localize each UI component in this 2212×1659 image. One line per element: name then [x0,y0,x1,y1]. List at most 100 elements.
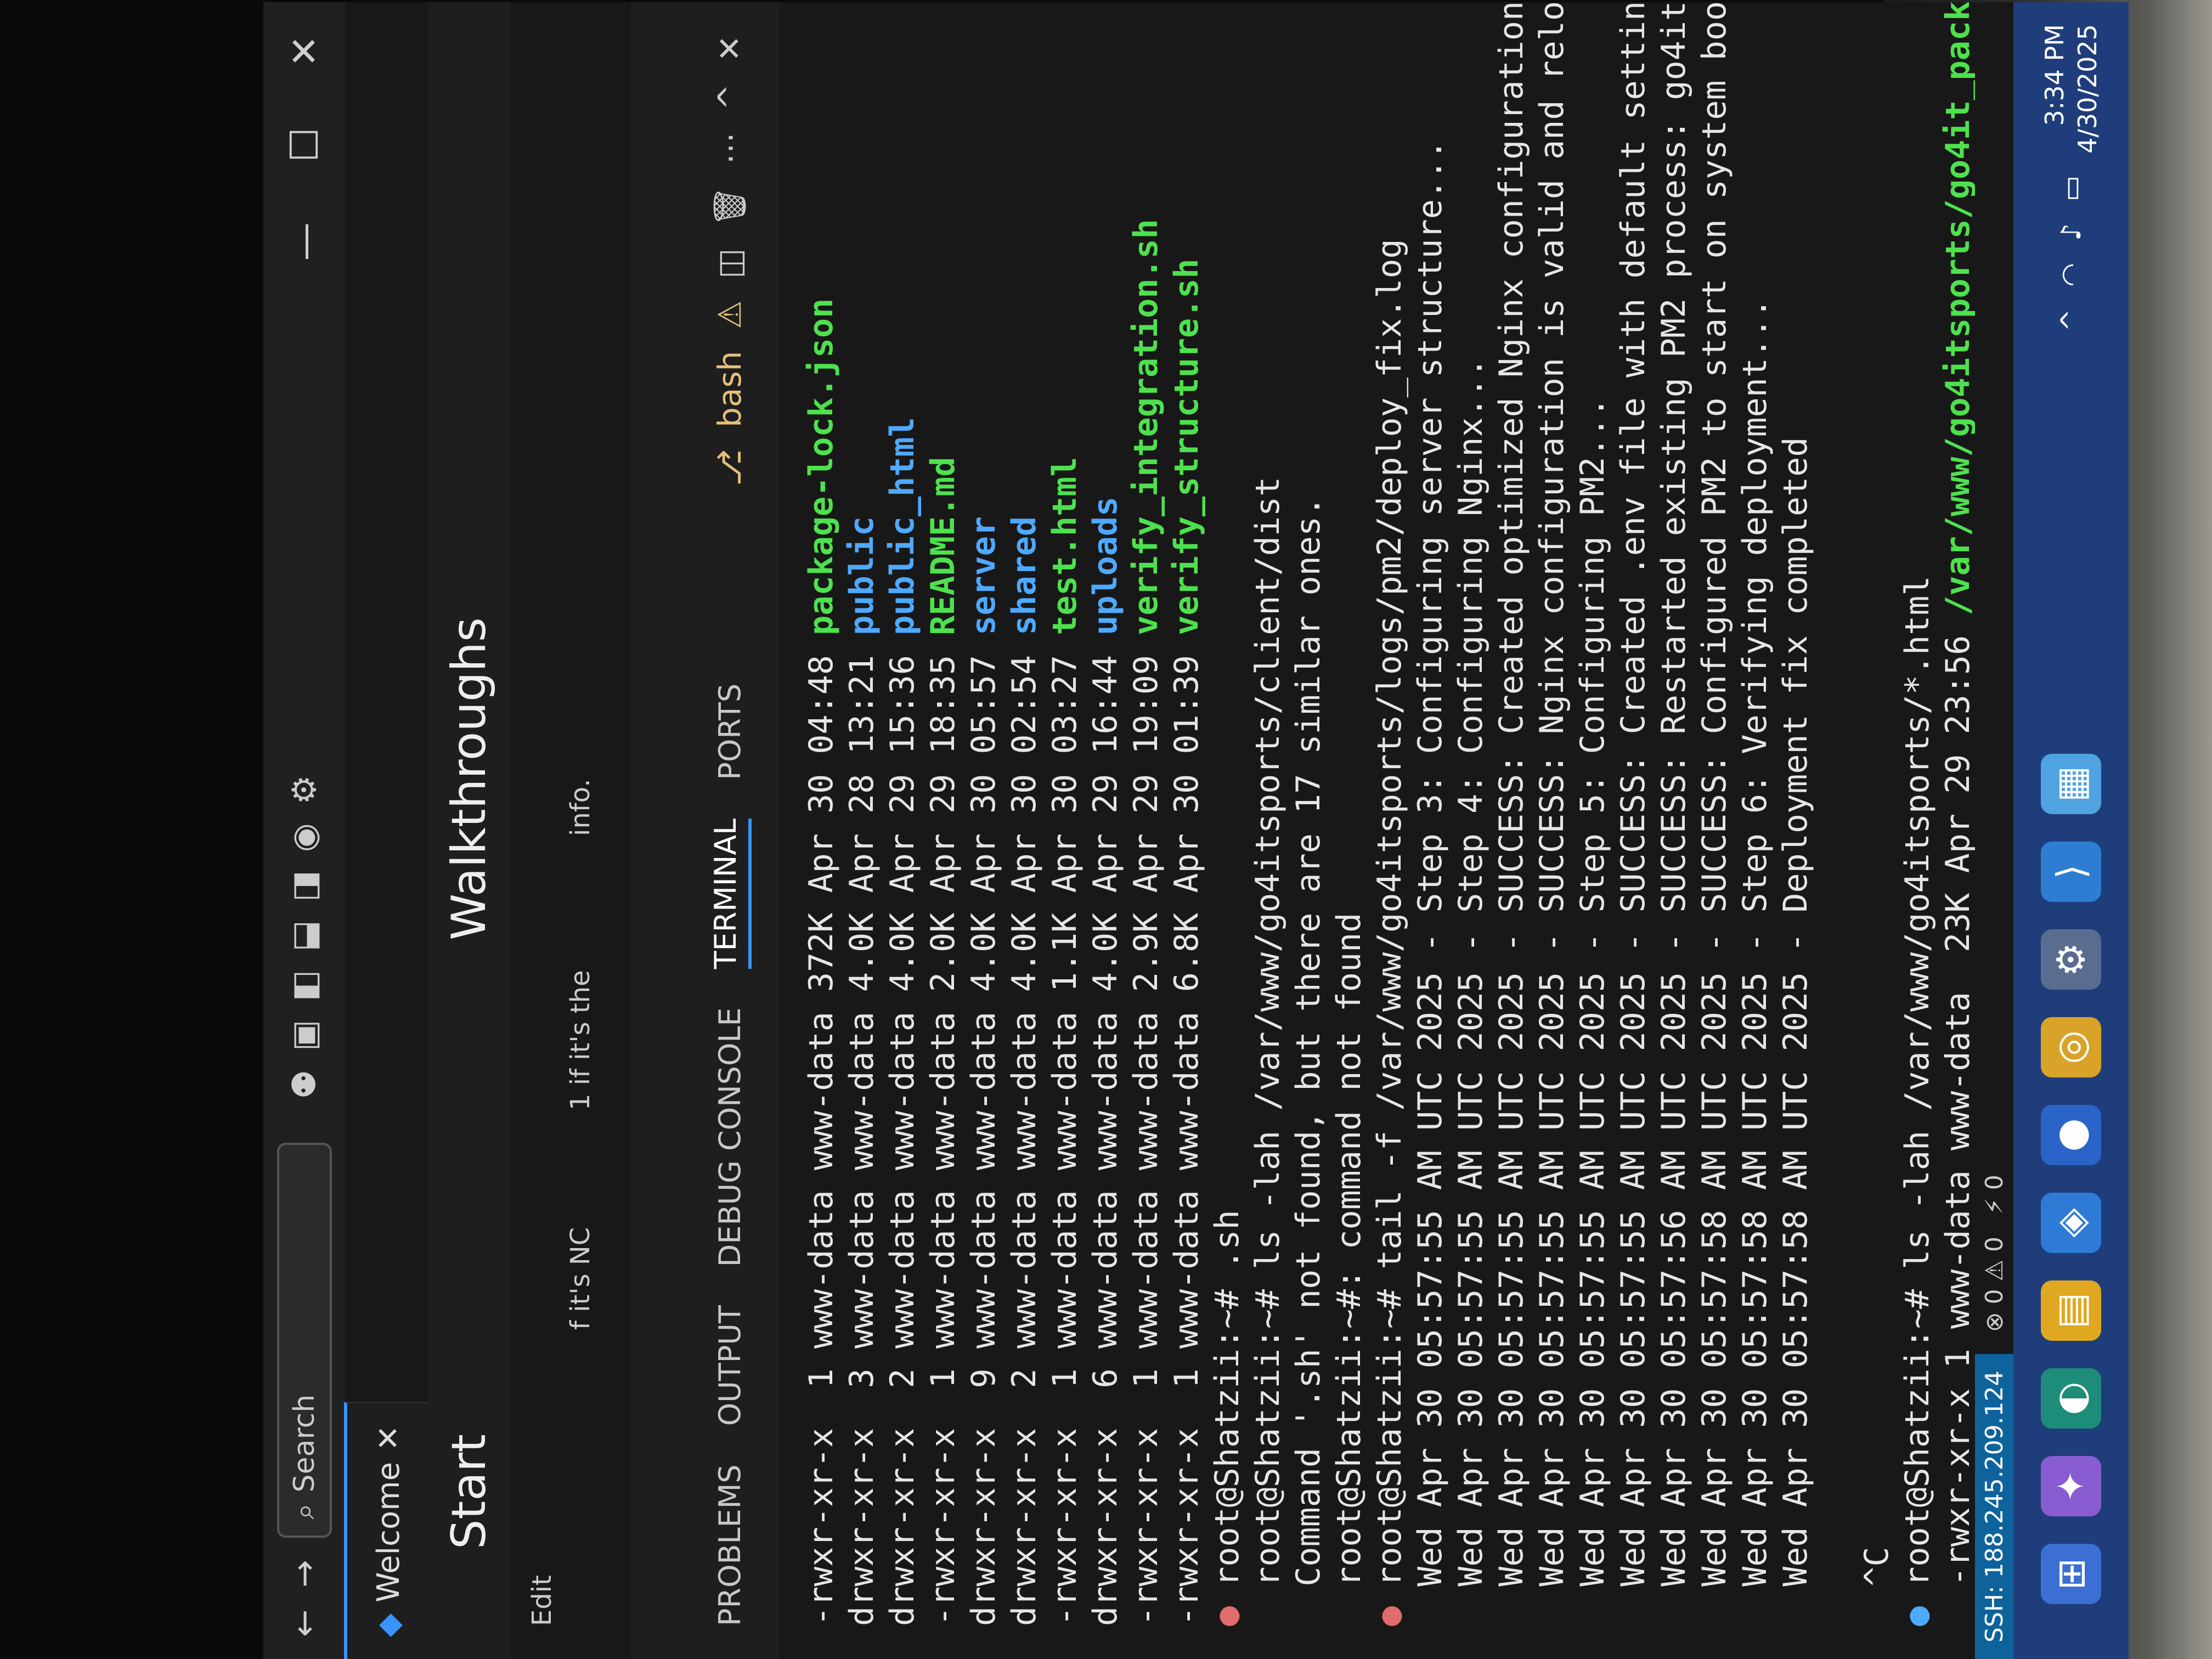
toggle-panel-icon[interactable]: ⬓ [285,921,324,952]
shell-label[interactable]: bash [711,351,748,427]
start-icon[interactable]: ⊞ [2041,1544,2101,1604]
edge-icon[interactable]: ◐ [2041,1368,2101,1429]
chat-panel-partial: Edit f it's NC 1 if it's the info. [510,2,631,1659]
search-placeholder: Search [288,1394,321,1493]
close-panel-icon[interactable]: ✕ [711,35,748,62]
back-icon[interactable]: ← [285,1610,324,1637]
file-explorer-icon[interactable]: ▤ [2041,1280,2101,1341]
app-icon[interactable]: ● [2041,1105,2101,1165]
settings-icon[interactable]: ⚙ [2041,929,2101,990]
terminal-segment: drwxr-xr-x 9 www-data www-data 4.0K Apr … [964,635,1003,1626]
terminal-segment: -rwxr-xr-x 1 www-data www-data 2.9K Apr … [1127,635,1165,1626]
maximize-button[interactable]: ☐ [282,128,327,162]
terminal-segment: package-lock.json [802,298,840,635]
terminal-line: -rwxr-xr-x 1 www-data www-data 1.1K Apr … [1045,35,1085,1626]
terminal-line: -rwxr-xr-x 1 www-data www-data 372K Apr … [801,35,842,1626]
close-icon[interactable]: ✕ [371,1425,407,1451]
terminal-line: Wed Apr 30 05:57:56 AM UTC 2025 - SUCCES… [1654,2,1694,1626]
panel-tabs: PROBLEMS OUTPUT DEBUG CONSOLE TERMINAL P… [691,2,768,1659]
copilot-icon[interactable]: ⚉ [285,1070,324,1099]
terminal-segment: root@Shatzii:~# tail -f /var/www/go4itsp… [1370,239,1409,1587]
terminal-segment: public [843,516,881,635]
clock[interactable]: 3:34 PM 4/30/2025 [2038,24,2104,154]
terminal-segment: Wed Apr 30 05:57:55 AM UTC 2025 - Step 4… [1452,358,1490,1626]
panel-actions: ⎇ bash ⚠ ◫ 🗑 ⋯ ^ ✕ [711,2,749,486]
volume-icon[interactable]: ♪ [2055,223,2087,241]
terminal-line: Command '.sh' not found, but there are 1… [1288,35,1329,1626]
accounts-icon[interactable]: ◉ [285,823,324,851]
trash-icon[interactable]: 🗑 [711,186,749,227]
terminal-line: drwxr-xr-x 2 www-data www-data 4.0K Apr … [1004,35,1045,1626]
chrome-icon[interactable]: ◎ [2041,1017,2101,1077]
start-heading: Start [442,1434,496,1549]
terminal-segment: Wed Apr 30 05:57:55 AM UTC 2025 - SUCCES… [1533,2,1571,1626]
terminal-segment: Command '.sh' not found, but there are 1… [1289,496,1328,1626]
terminal-segment: root@Shatzii:~# .sh [1208,1210,1246,1587]
terminal-line: Wed Apr 30 05:57:55 AM UTC 2025 - Step 4… [1451,35,1491,1626]
terminal-line: -rwxr-xr-x 1 www-data www-data 2.0K Apr … [923,35,963,1626]
terminal-line: Wed Apr 30 05:57:55 AM UTC 2025 - SUCCES… [1491,2,1532,1626]
tab-debug-console[interactable]: DEBUG CONSOLE [713,1007,747,1267]
terminal-line: -rwxr-xr-x 1 www-data www-data 6.8K Apr … [1166,35,1207,1627]
terminal-segment: server [964,516,1003,635]
warning-icon: ⚠ [711,300,748,329]
terminal-segment: -rwxr-xr-x 1 www-data www-data 1.1K Apr … [1046,635,1084,1626]
command-center-search[interactable]: ⌕ Search [277,1143,332,1538]
terminal-segment: -rwxr-xr-x 1 www-data www-data 23K Apr 2… [1939,615,1977,1626]
chevron-up-icon[interactable]: ^ [2055,309,2087,332]
vscode-taskbar-icon[interactable]: ⟩ [2041,842,2101,902]
tab-problems[interactable]: PROBLEMS [713,1464,747,1626]
terminal-line: root@Shatzii:~#: command not found [1329,35,1369,1626]
tab-terminal[interactable]: TERMINAL [708,818,752,969]
close-button[interactable]: ✕ [282,35,327,67]
terminal-line: root@Shatzii:~# ls -lah /var/www/go4itsp… [1248,35,1288,1626]
terminal-segment: Wed Apr 30 05:57:58 AM UTC 2025 - SUCCES… [1695,2,1734,1626]
forward-icon[interactable]: → [285,1560,324,1587]
terminal-line: Wed Apr 30 05:57:58 AM UTC 2025 - SUCCES… [1694,2,1735,1626]
tab-ports[interactable]: PORTS [713,684,747,780]
terminal-segment: Wed Apr 30 05:57:55 AM UTC 2025 - SUCCES… [1614,2,1652,1626]
toggle-secondary-sidebar-icon[interactable]: ◨ [285,871,324,902]
walkthroughs-heading: Walkthroughs [442,617,496,940]
terminal-segment: drwxr-xr-x 2 www-data www-data 4.0K Apr … [883,635,922,1626]
toggle-sidebar-icon[interactable]: ◧ [285,970,324,1001]
terminal-segment: verify_integration.sh [1127,219,1165,635]
notepad-icon[interactable]: ▦ [2041,754,2101,814]
split-terminal-icon[interactable]: ◫ [711,249,748,279]
terminal-segment: ● [1208,1586,1246,1626]
welcome-page: Start Walkthroughs [428,2,510,1659]
layout-icon[interactable]: ▣ [285,1020,324,1051]
problems-indicator[interactable]: ⊗ 0 ⚠ 0 [1980,1237,2008,1332]
remote-ssh-indicator[interactable]: SSH: 188.245.209.124 [1975,1354,2013,1659]
chevron-up-icon[interactable]: ^ [711,84,748,111]
store-icon[interactable]: ◈ [2041,1193,2101,1253]
more-actions-icon[interactable]: ⋯ [711,132,748,164]
chat-text-2: 1 if it's the [565,970,596,1110]
terminal-segment: -rwxr-xr-x 1 www-data www-data 2.0K Apr … [924,635,962,1626]
terminal-line: ^C [1857,35,1897,1626]
gear-icon[interactable]: ⚙ [285,775,324,805]
terminal-line: Wed Apr 30 05:57:55 AM UTC 2025 - Step 3… [1410,35,1451,1626]
edit-label[interactable]: Edit [527,1575,557,1626]
chat-text-3: info. [565,778,596,836]
terminal-line: ● root@Shatzii:~# .sh [1207,35,1248,1626]
windows-taskbar: ⊞ ✦ ◐ ▤ ◈ ● ◎ ⚙ ⟩ ▦ ^ ◠ ♪ ▭ 3:34 PM 4/30… [2013,2,2129,1659]
window-controls: — ☐ ✕ [282,2,327,261]
clock-date: 4/30/2025 [2073,24,2102,154]
screen: ← → ⌕ Search ⚉ ▣ ◧ ⬓ ◨ ◉ ⚙ — ☐ ✕ ◆ Welco… [263,2,2129,1659]
tab-welcome-label: Welcome [370,1462,407,1602]
terminal-segment: /var/www/go4itsports/go4it_package_crea [1939,2,1977,616]
terminal-segment: drwxr-xr-x 6 www-data www-data 4.0K Apr … [1086,635,1125,1626]
terminal-output[interactable]: -rwxr-xr-x 1 www-data www-data 372K Apr … [779,2,2129,1659]
copilot-app-icon[interactable]: ✦ [2041,1456,2101,1516]
tab-output[interactable]: OUTPUT [713,1305,747,1426]
ports-indicator[interactable]: ⚡ 0 [1980,1175,2008,1215]
tab-welcome[interactable]: ◆ Welcome ✕ [344,1401,430,1659]
terminal-segment: shared [1005,516,1043,635]
terminal-line: -rwxr-xr-x 1 www-data www-data 2.9K Apr … [1126,35,1166,1626]
minimize-button[interactable]: — [282,222,327,261]
terminal-segment: Wed Apr 30 05:57:56 AM UTC 2025 - SUCCES… [1655,2,1693,1626]
battery-icon[interactable]: ▭ [2055,176,2087,201]
wifi-icon[interactable]: ◠ [2055,263,2087,287]
